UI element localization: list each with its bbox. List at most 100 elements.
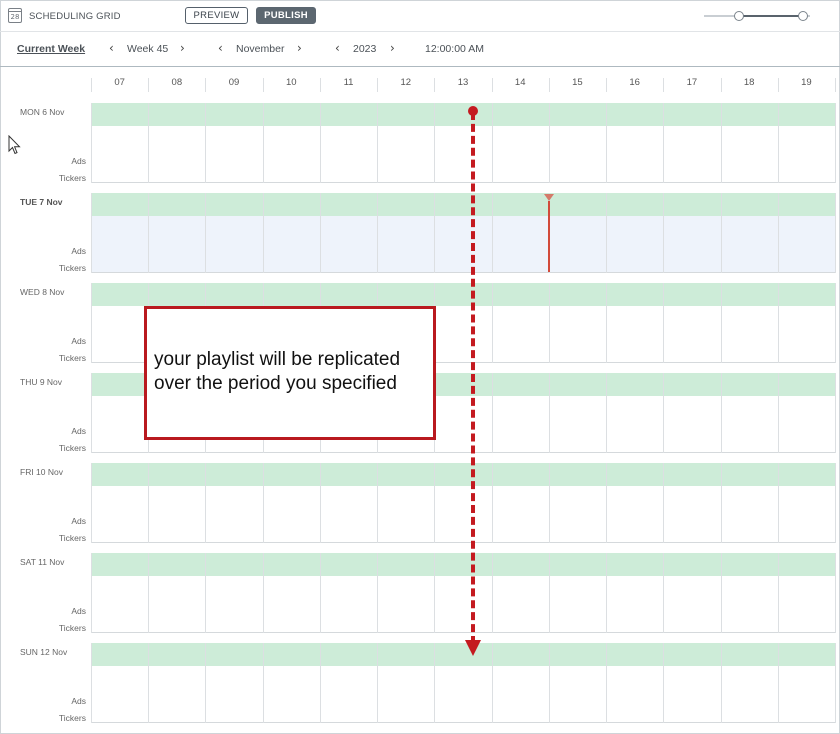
mouse-cursor-icon xyxy=(8,135,21,155)
hour-gridline xyxy=(91,463,92,543)
calendar-icon: 28 xyxy=(8,8,22,23)
hour-gridline xyxy=(835,193,836,273)
app-title: SCHEDULING GRID xyxy=(29,11,121,22)
header-divider xyxy=(606,78,607,92)
hour-header: 17 xyxy=(686,77,698,88)
hour-gridline xyxy=(549,553,550,633)
annotation-arrow-head xyxy=(465,640,481,656)
hour-gridline xyxy=(148,553,149,633)
day-slots[interactable] xyxy=(91,216,835,273)
header-divider xyxy=(549,78,550,92)
day-slots[interactable] xyxy=(91,126,835,183)
hour-gridline xyxy=(320,193,321,273)
preview-button[interactable]: PREVIEW xyxy=(185,7,248,24)
hour-gridline xyxy=(721,373,722,453)
prev-month-chevron-icon[interactable]: ‹ xyxy=(218,41,223,55)
day-playlist-band[interactable] xyxy=(91,283,835,306)
hour-gridline xyxy=(721,103,722,183)
next-year-chevron-icon[interactable]: › xyxy=(390,41,395,55)
day-row: SAT 11 Nov Ads Tickers xyxy=(0,553,840,643)
ads-row-label: Ads xyxy=(71,696,86,706)
prev-year-chevron-icon[interactable]: ‹ xyxy=(335,41,340,55)
hour-gridline xyxy=(606,193,607,273)
hour-gridline xyxy=(205,103,206,183)
hour-gridline xyxy=(492,283,493,363)
header-divider xyxy=(377,78,378,92)
hour-gridline xyxy=(205,553,206,633)
day-playlist-band[interactable] xyxy=(91,463,835,486)
zoom-slider-range xyxy=(739,15,803,17)
header-divider xyxy=(263,78,264,92)
ads-row-label: Ads xyxy=(71,336,86,346)
ads-row-label: Ads xyxy=(71,156,86,166)
day-playlist-band[interactable] xyxy=(91,103,835,126)
hour-header: 19 xyxy=(801,77,812,88)
hour-gridline xyxy=(606,103,607,183)
time-label: 12:00:00 AM xyxy=(425,43,484,55)
day-row: FRI 10 Nov Ads Tickers xyxy=(0,463,840,553)
ads-row-label: Ads xyxy=(71,426,86,436)
current-week-link[interactable]: Current Week xyxy=(17,43,85,55)
hour-gridline xyxy=(91,193,92,273)
day-row: MON 6 Nov Ads Tickers xyxy=(0,103,840,193)
day-slots[interactable] xyxy=(91,576,835,633)
header-divider xyxy=(148,78,149,92)
hour-gridline xyxy=(663,643,664,723)
prev-week-chevron-icon[interactable]: ‹ xyxy=(109,41,114,55)
header-divider xyxy=(721,78,722,92)
hour-gridline xyxy=(549,463,550,543)
hour-gridline xyxy=(606,553,607,633)
day-slots[interactable] xyxy=(91,666,835,723)
day-name: TUE 7 Nov xyxy=(20,197,63,207)
tickers-row-label: Tickers xyxy=(58,623,86,633)
hour-gridline xyxy=(606,643,607,723)
day-row: TUE 7 Nov Ads Tickers xyxy=(0,193,840,283)
week-label: Week 45 xyxy=(127,43,169,55)
hour-gridline xyxy=(320,463,321,543)
hour-gridline xyxy=(205,643,206,723)
hour-gridline xyxy=(778,643,779,723)
hour-header: 13 xyxy=(457,77,469,88)
hour-gridline xyxy=(549,643,550,723)
hour-gridline xyxy=(320,553,321,633)
hour-gridline xyxy=(148,193,149,273)
hour-gridline xyxy=(434,193,435,273)
day-slots[interactable] xyxy=(91,486,835,543)
tickers-row-label: Tickers xyxy=(58,533,86,543)
header-divider xyxy=(492,78,493,92)
day-name: WED 8 Nov xyxy=(20,287,65,297)
hour-gridline xyxy=(778,463,779,543)
annotation-text: your playlist will be replicated over th… xyxy=(154,349,401,394)
header-divider xyxy=(205,78,206,92)
hour-gridline xyxy=(377,463,378,543)
next-week-chevron-icon[interactable]: › xyxy=(180,41,185,55)
current-time-marker-icon xyxy=(544,194,554,201)
hour-gridline xyxy=(377,193,378,273)
day-playlist-band[interactable] xyxy=(91,643,835,666)
hour-gridline xyxy=(663,283,664,363)
header-divider xyxy=(778,78,779,92)
annotation-arrow-line xyxy=(471,112,475,644)
zoom-slider-max-handle[interactable] xyxy=(798,11,808,21)
ads-row-label: Ads xyxy=(71,606,86,616)
hour-gridline xyxy=(91,103,92,183)
hour-gridline xyxy=(721,283,722,363)
day-playlist-band[interactable] xyxy=(91,553,835,576)
day-name: SUN 12 Nov xyxy=(20,647,68,657)
publish-button[interactable]: PUBLISH xyxy=(256,7,316,24)
hour-gridline xyxy=(778,193,779,273)
hour-gridline xyxy=(148,463,149,543)
month-label: November xyxy=(236,43,285,55)
hour-gridline xyxy=(263,103,264,183)
hour-header: 08 xyxy=(171,77,183,88)
day-playlist-band[interactable] xyxy=(91,193,835,216)
zoom-slider-min-handle[interactable] xyxy=(734,11,744,21)
hour-gridline xyxy=(492,643,493,723)
hour-header: 11 xyxy=(343,77,354,88)
hour-gridline xyxy=(663,103,664,183)
next-month-chevron-icon[interactable]: › xyxy=(297,41,302,55)
hour-gridline xyxy=(549,373,550,453)
year-label: 2023 xyxy=(353,43,377,55)
hour-gridline xyxy=(721,463,722,543)
hour-gridline xyxy=(778,283,779,363)
